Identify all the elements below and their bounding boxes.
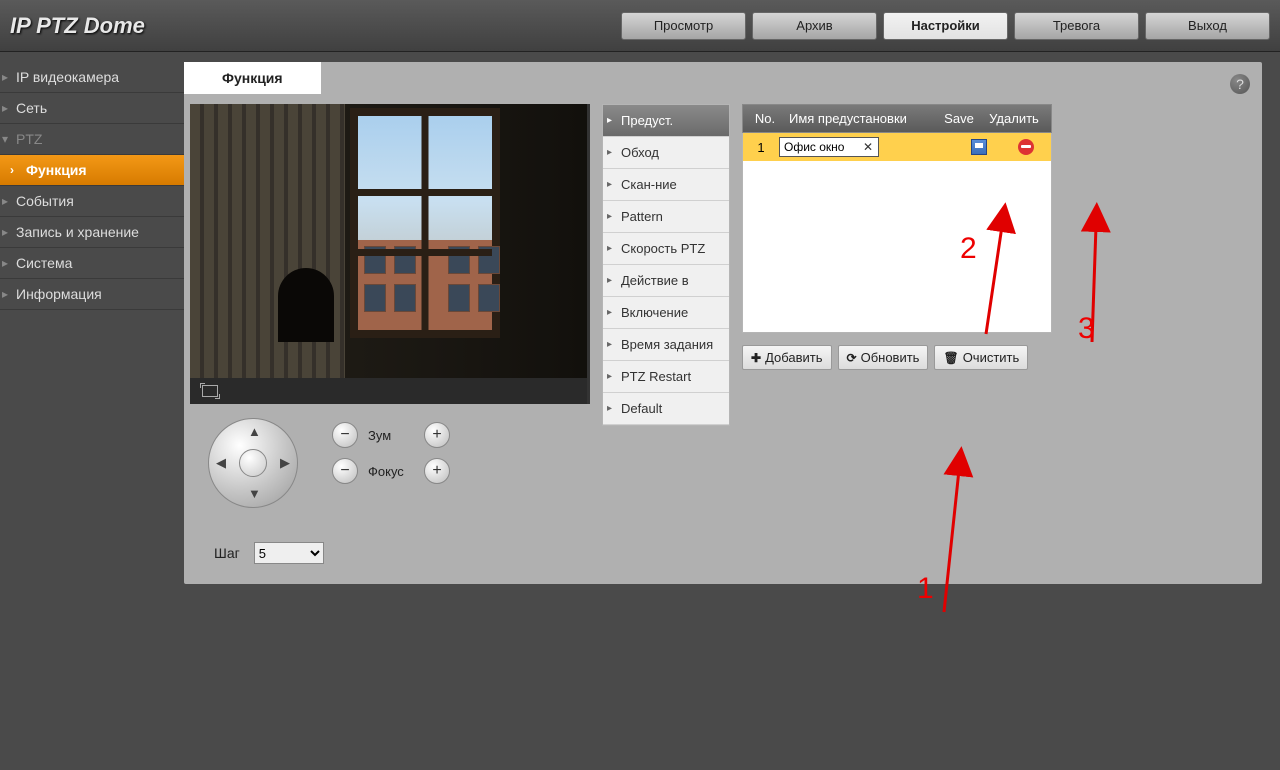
preset-header-no: No. xyxy=(747,111,783,126)
ptz-up-button[interactable]: ▲ xyxy=(248,424,261,439)
focus-in-button[interactable]: + xyxy=(424,458,450,484)
fullscreen-icon xyxy=(202,385,218,397)
focus-label: Фокус xyxy=(368,464,414,479)
ptz-down-button[interactable]: ▼ xyxy=(248,486,261,501)
menu-default[interactable]: Default xyxy=(603,393,729,425)
menu-tour[interactable]: Обход xyxy=(603,137,729,169)
tab-function[interactable]: Функция xyxy=(184,62,321,94)
nav-settings-button[interactable]: Настройки xyxy=(883,12,1008,40)
delete-icon[interactable] xyxy=(1018,139,1034,155)
sidebar-item-events[interactable]: События xyxy=(0,186,184,217)
zoom-label: Зум xyxy=(368,428,414,443)
sidebar: IP видеокамера Сеть PTZ Функция События … xyxy=(0,52,184,594)
top-nav: Просмотр Архив Настройки Тревога Выход xyxy=(621,12,1270,40)
menu-pattern[interactable]: Pattern xyxy=(603,201,729,233)
sidebar-item-system[interactable]: Система xyxy=(0,248,184,279)
preset-header-save: Save xyxy=(937,111,981,126)
nav-exit-button[interactable]: Выход xyxy=(1145,12,1270,40)
nav-archive-button[interactable]: Архив xyxy=(752,12,877,40)
preset-row[interactable]: 1 ✕ xyxy=(743,133,1051,161)
ptz-left-button[interactable]: ◀ xyxy=(216,455,226,471)
sidebar-item-storage[interactable]: Запись и хранение xyxy=(0,217,184,248)
clear-input-icon[interactable]: ✕ xyxy=(863,140,873,154)
ptz-right-button[interactable]: ▶ xyxy=(280,455,290,471)
ptz-dpad: ▲ ▼ ◀ ▶ xyxy=(206,418,314,518)
help-icon[interactable]: ? xyxy=(1230,74,1250,94)
nav-preview-button[interactable]: Просмотр xyxy=(621,12,746,40)
focus-out-button[interactable]: − xyxy=(332,458,358,484)
sidebar-item-camera[interactable]: IP видеокамера xyxy=(0,62,184,93)
step-label: Шаг xyxy=(214,545,240,561)
menu-timetask[interactable]: Время задания xyxy=(603,329,729,361)
ptz-center-button[interactable] xyxy=(239,449,267,477)
save-icon[interactable] xyxy=(971,139,987,155)
sidebar-item-function[interactable]: Функция xyxy=(0,155,184,186)
sidebar-item-network[interactable]: Сеть xyxy=(0,93,184,124)
brand-logo: IP PTZ Dome xyxy=(10,13,145,39)
video-preview[interactable] xyxy=(190,104,590,404)
menu-action[interactable]: Действие в xyxy=(603,265,729,297)
ptz-function-menu: Предуст. Обход Скан-ние Pattern Скорость… xyxy=(602,104,730,426)
fullscreen-button[interactable] xyxy=(190,378,590,404)
sidebar-item-info[interactable]: Информация xyxy=(0,279,184,310)
menu-ptz-speed[interactable]: Скорость PTZ xyxy=(603,233,729,265)
menu-preset[interactable]: Предуст. xyxy=(603,105,729,137)
menu-enable[interactable]: Включение xyxy=(603,297,729,329)
preset-header-name: Имя предустановки xyxy=(783,111,937,126)
preset-row-no: 1 xyxy=(743,140,779,155)
preset-header-delete: Удалить xyxy=(981,111,1047,126)
preset-table-header: No. Имя предустановки Save Удалить xyxy=(742,104,1052,133)
sidebar-item-ptz[interactable]: PTZ xyxy=(0,124,184,155)
step-select[interactable]: 5 xyxy=(254,542,324,564)
menu-scan[interactable]: Скан-ние xyxy=(603,169,729,201)
annotation-arrows xyxy=(734,202,1234,632)
nav-alarm-button[interactable]: Тревога xyxy=(1014,12,1139,40)
zoom-out-button[interactable]: − xyxy=(332,422,358,448)
menu-restart[interactable]: PTZ Restart xyxy=(603,361,729,393)
zoom-in-button[interactable]: + xyxy=(424,422,450,448)
